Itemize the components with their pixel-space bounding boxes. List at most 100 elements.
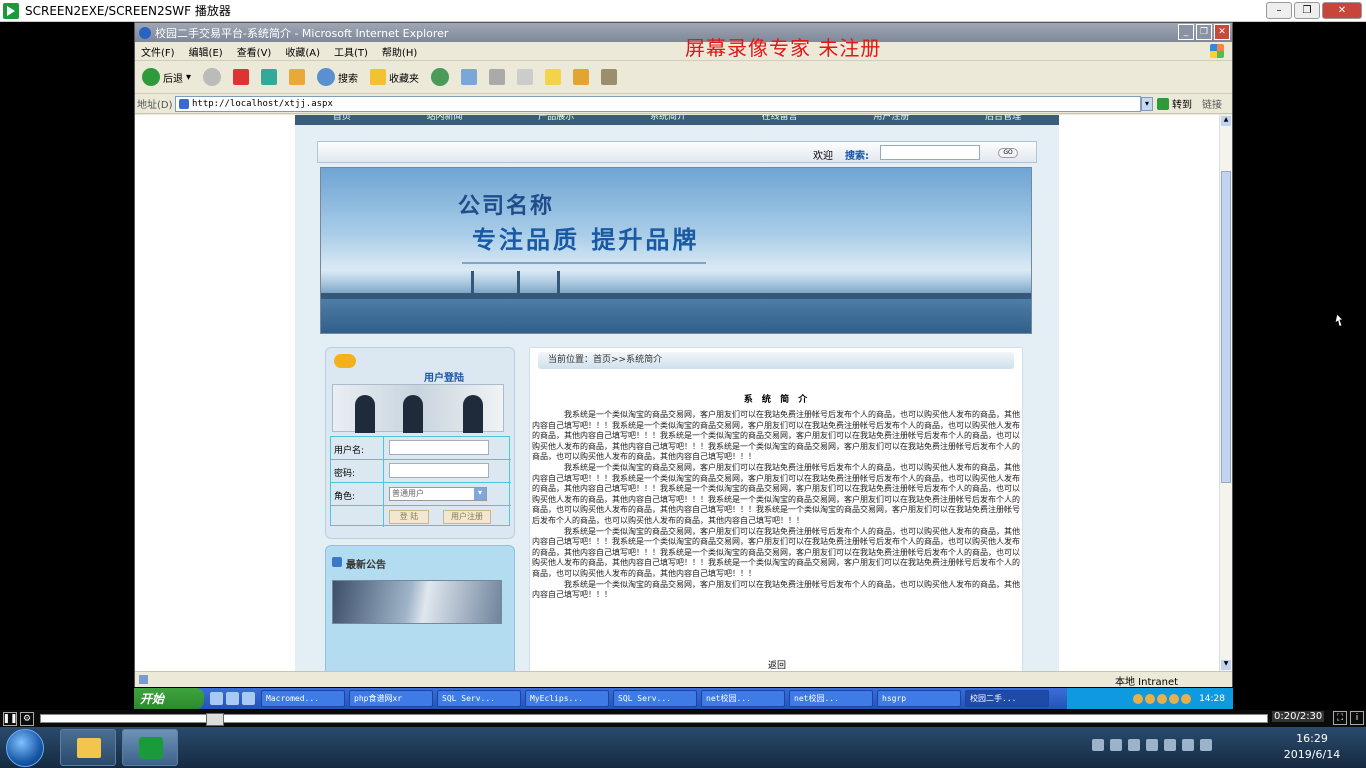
media-icon[interactable]: [242, 692, 255, 705]
media-button[interactable]: [598, 69, 620, 85]
scroll-up-icon[interactable]: ▲: [1221, 116, 1231, 126]
login-button[interactable]: 登 陆: [389, 510, 429, 524]
username-input[interactable]: [389, 440, 489, 455]
menu-file[interactable]: 文件(F): [141, 44, 175, 59]
address-dropdown-icon[interactable]: ▾: [1141, 96, 1153, 111]
nav-news[interactable]: 站内新闻: [427, 115, 463, 125]
flag-icon[interactable]: [1182, 739, 1194, 751]
intro-paragraph: 我系统是一个类似淘宝的商品交易网，客户朋友们可以在我站免费注册帐号后发布个人的商…: [532, 410, 1020, 462]
login-panel: 用户登陆 用户名: 密码: 角色: 普通用户 ▾ 登 陆 用户注册: [325, 347, 515, 539]
company-name: 公司名称: [458, 193, 555, 219]
task-button-active[interactable]: 校园二手...: [965, 690, 1049, 707]
messenger-button[interactable]: [542, 69, 564, 85]
print-button[interactable]: [486, 69, 508, 85]
help-icon[interactable]: [1110, 739, 1122, 751]
folder-button[interactable]: [570, 69, 592, 85]
task-button[interactable]: hsgrp: [877, 690, 961, 707]
search-go-button[interactable]: GO: [998, 148, 1018, 158]
keyboard-icon[interactable]: [1092, 739, 1104, 751]
password-input[interactable]: [389, 463, 489, 478]
player-titlebar: SCREEN2EXE/SCREEN2SWF 播放器 – ❐ ✕: [0, 0, 1366, 22]
settings-icon[interactable]: ⚙: [20, 711, 34, 726]
scroll-down-icon[interactable]: ▼: [1221, 660, 1231, 670]
menu-view[interactable]: 查看(V): [237, 44, 272, 59]
task-button[interactable]: net校园...: [789, 690, 873, 707]
mail-button[interactable]: [458, 69, 480, 85]
ie-restore-button[interactable]: ❐: [1196, 24, 1212, 40]
task-button[interactable]: Macromed...: [261, 690, 345, 707]
search-label: 搜索: [338, 73, 359, 85]
history-icon: [431, 68, 450, 86]
menu-tools[interactable]: 工具(T): [334, 44, 368, 59]
back-button[interactable]: 后退 ▾: [139, 68, 194, 86]
stop-button[interactable]: [230, 69, 252, 85]
info-icon[interactable]: i: [1350, 711, 1364, 725]
bridge-tower: [517, 271, 520, 299]
edit-button[interactable]: [514, 69, 536, 85]
seek-handle[interactable]: [206, 713, 224, 726]
task-button[interactable]: net校园...: [701, 690, 785, 707]
windows-start-orb-icon[interactable]: [6, 729, 44, 767]
address-input[interactable]: http://localhost/xtjj.aspx: [175, 95, 1141, 112]
go-button[interactable]: 转到: [1157, 96, 1192, 111]
ie-minimize-button[interactable]: _: [1178, 24, 1194, 40]
task-button[interactable]: SQL Serv...: [613, 690, 697, 707]
explorer-taskbar-button[interactable]: [60, 729, 116, 766]
nav-home[interactable]: 首页: [333, 115, 351, 125]
xp-start-button[interactable]: 开始: [134, 688, 204, 709]
minimize-button[interactable]: –: [1266, 2, 1292, 19]
nav-about[interactable]: 系统简介: [650, 115, 686, 125]
scroll-thumb[interactable]: [1221, 171, 1231, 483]
notice-title: 最新公告: [346, 560, 386, 571]
recorder-watermark: 屏幕录像专家 未注册: [685, 36, 882, 60]
ie-statusbar: 本地 Intranet: [135, 671, 1232, 688]
refresh-button[interactable]: [258, 69, 280, 85]
search-icon: [317, 68, 336, 86]
ie-close-button[interactable]: ✕: [1214, 24, 1230, 40]
nav-products[interactable]: 产品展示: [538, 115, 574, 125]
network-icon[interactable]: [1146, 739, 1158, 751]
player-app-icon: [3, 2, 19, 19]
search-button[interactable]: 搜索: [314, 68, 361, 86]
forward-button[interactable]: [200, 68, 224, 86]
maximize-button[interactable]: ❐: [1294, 2, 1320, 19]
role-value: 普通用户: [392, 489, 424, 498]
signal-icon[interactable]: [1200, 739, 1212, 751]
volume-icon[interactable]: [1164, 739, 1176, 751]
notice-panel: 最新公告: [325, 545, 515, 671]
fullscreen-icon[interactable]: ⛶: [1333, 711, 1347, 725]
menu-edit[interactable]: 编辑(E): [189, 44, 223, 59]
nav-admin[interactable]: 后台管理: [985, 115, 1021, 125]
ie-icon[interactable]: [210, 692, 223, 705]
nav-message[interactable]: 在线留言: [762, 115, 798, 125]
register-button[interactable]: 用户注册: [443, 510, 491, 524]
home-button[interactable]: [286, 69, 308, 85]
task-button[interactable]: MyEclips...: [525, 690, 609, 707]
company-slogan: 专注品质 提升品牌: [472, 225, 700, 254]
links-button[interactable]: 链接: [1202, 96, 1222, 111]
menu-favorites[interactable]: 收藏(A): [285, 44, 320, 59]
desktop-icon[interactable]: [226, 692, 239, 705]
back-link[interactable]: 返回: [768, 658, 786, 671]
close-button[interactable]: ✕: [1322, 2, 1362, 19]
player-taskbar-button[interactable]: [122, 729, 178, 766]
page-scrollbar[interactable]: ▲ ▼: [1219, 115, 1232, 671]
chevron-up-icon[interactable]: [1128, 739, 1140, 751]
role-select[interactable]: 普通用户 ▾: [389, 487, 487, 501]
win7-clock[interactable]: 16:29 2019/6/14: [1282, 731, 1342, 763]
site-search-input[interactable]: [880, 145, 980, 160]
task-button[interactable]: php食谱网xr: [349, 690, 433, 707]
favorites-button[interactable]: 收藏夹: [367, 69, 422, 85]
menu-help[interactable]: 帮助(H): [382, 44, 417, 59]
clock-date: 2019/6/14: [1283, 748, 1341, 761]
pause-icon[interactable]: ❚❚: [2, 711, 18, 726]
banner-sea: [321, 299, 1031, 333]
history-button[interactable]: [428, 68, 452, 86]
seek-track[interactable]: [40, 713, 1268, 726]
task-button[interactable]: SQL Serv...: [437, 690, 521, 707]
xp-taskbar: 开始 Macromed... php食谱网xr SQL Serv... MyEc…: [134, 688, 1233, 709]
nav-register[interactable]: 用户注册: [873, 115, 909, 125]
page-icon: [139, 675, 148, 684]
speaker-icon: [332, 557, 342, 567]
welcome-text: 欢迎: [813, 151, 833, 162]
